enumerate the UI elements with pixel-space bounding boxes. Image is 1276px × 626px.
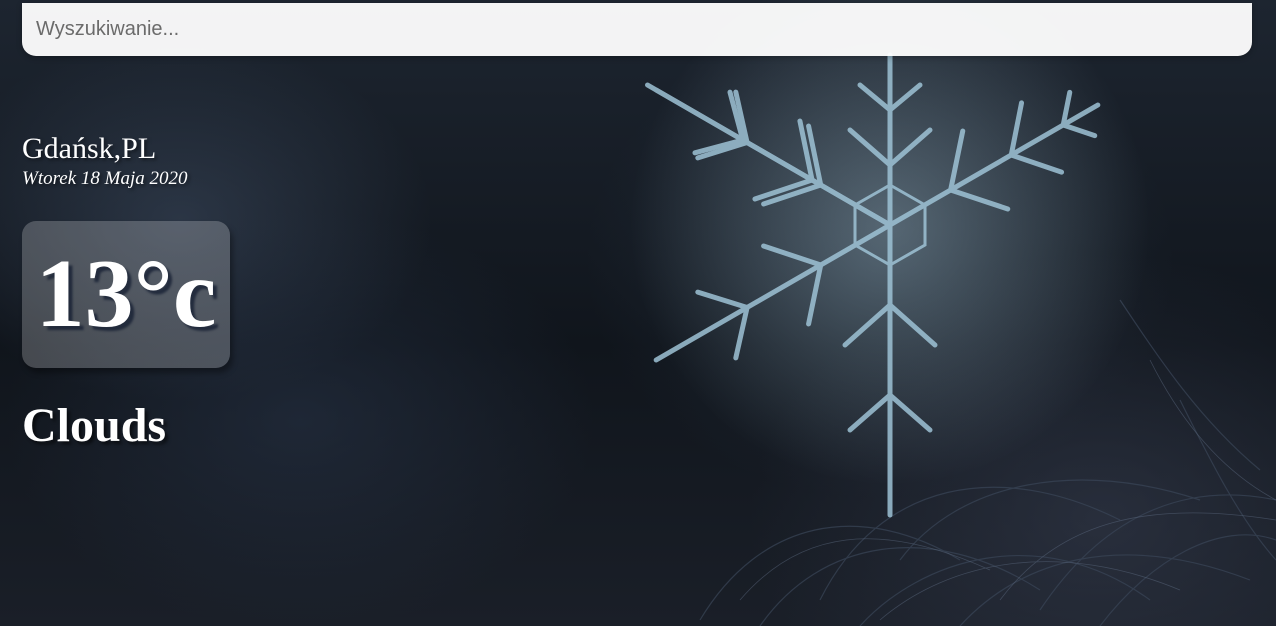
weather-app: Gdańsk,PL Wtorek 18 Maja 2020 13°c Cloud… xyxy=(0,0,1276,626)
location-name: Gdańsk,PL xyxy=(22,132,157,165)
search-bar xyxy=(22,3,1252,56)
weather-condition: Clouds xyxy=(22,399,167,452)
current-date: Wtorek 18 Maja 2020 xyxy=(22,168,188,189)
temperature-panel: 13°c xyxy=(22,221,230,368)
temperature-value: 13°c xyxy=(35,240,217,348)
search-input[interactable] xyxy=(36,3,1236,56)
